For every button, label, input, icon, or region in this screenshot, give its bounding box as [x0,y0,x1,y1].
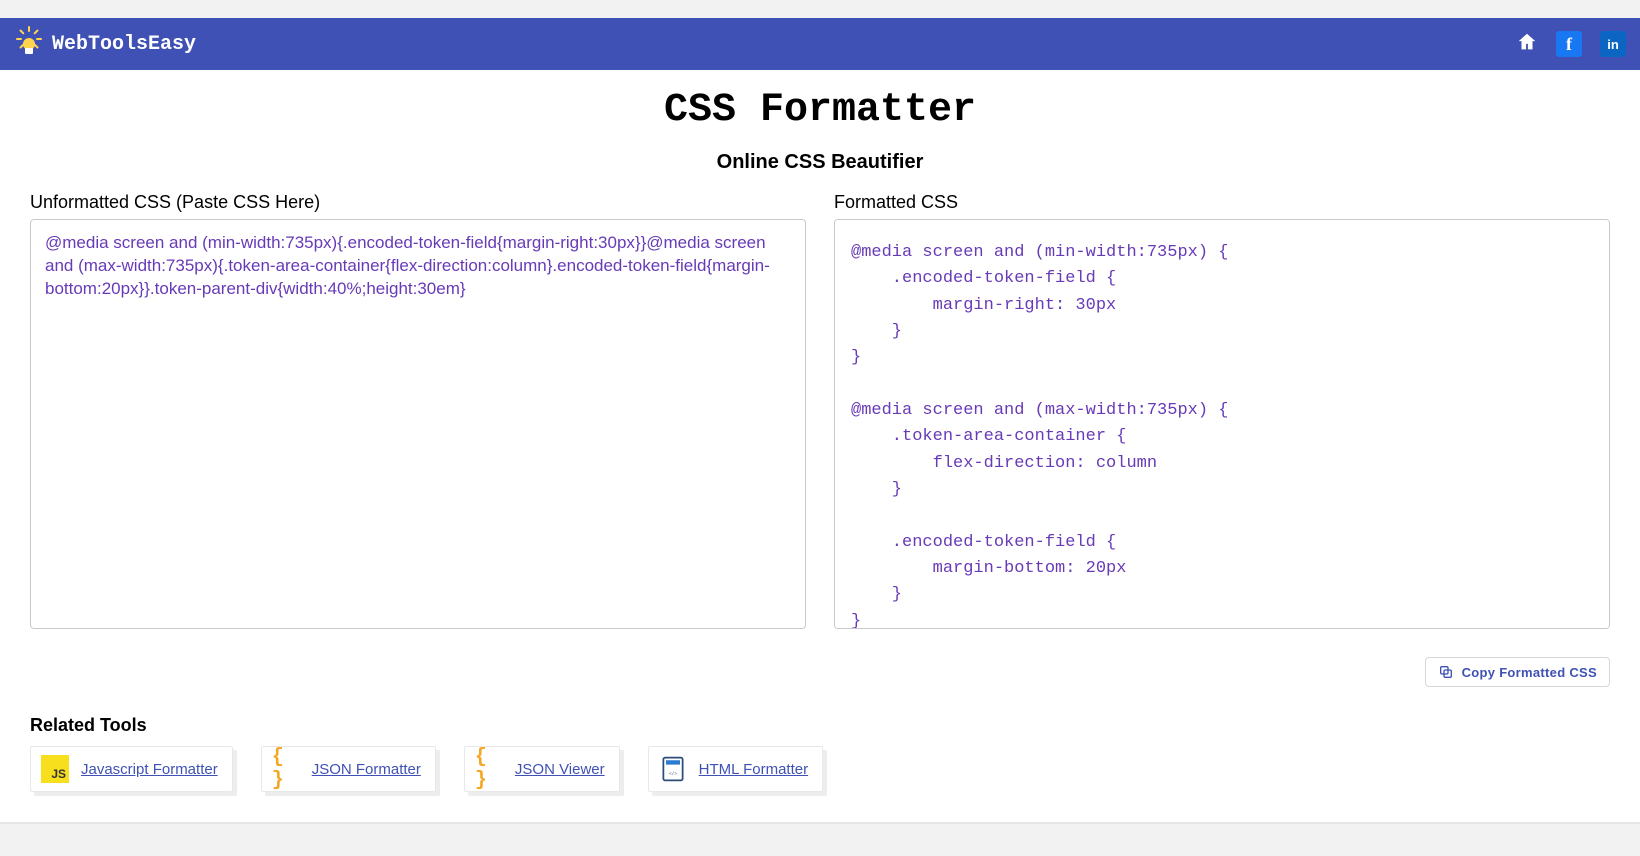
related-tool-card[interactable]: </> HTML Formatter [648,746,823,792]
related-tool-link[interactable]: JSON Formatter [312,761,421,778]
output-label: Formatted CSS [834,192,1610,213]
related-tool-card[interactable]: { } JSON Formatter [261,746,436,792]
facebook-icon[interactable]: f [1556,31,1582,57]
brand-link[interactable]: WebToolsEasy [16,31,196,57]
app-header: WebToolsEasy f in [0,18,1640,70]
page-subtitle: Online CSS Beautifier [30,151,1610,174]
brand-name: WebToolsEasy [52,33,196,56]
home-icon[interactable] [1516,31,1538,58]
related-tool-card[interactable]: { } JSON Viewer [464,746,620,792]
input-column: Unformatted CSS (Paste CSS Here) [30,192,806,629]
related-tool-link[interactable]: Javascript Formatter [81,761,218,778]
related-tools-row: JS Javascript Formatter { } JSON Formatt… [30,746,1610,802]
linkedin-icon[interactable]: in [1600,31,1626,57]
braces-icon: { } [272,755,300,783]
braces-icon: { } [475,755,503,783]
javascript-icon: JS [41,755,69,783]
related-tools-heading: Related Tools [30,715,1610,736]
svg-text:</>: </> [669,772,677,777]
output-column: Formatted CSS @media screen and (min-wid… [834,192,1610,629]
lightbulb-icon [16,31,42,57]
copy-button-label: Copy Formatted CSS [1462,665,1597,680]
copy-formatted-css-button[interactable]: Copy Formatted CSS [1425,657,1610,687]
unformatted-css-textarea[interactable] [30,219,806,629]
related-tool-link[interactable]: JSON Viewer [515,761,605,778]
related-tool-link[interactable]: HTML Formatter [699,761,808,778]
html-file-icon: </> [659,755,687,783]
related-tool-card[interactable]: JS Javascript Formatter [30,746,233,792]
main-content: CSS Formatter Online CSS Beautifier Unfo… [0,70,1640,822]
header-right: f in [1516,31,1626,58]
input-label: Unformatted CSS (Paste CSS Here) [30,192,806,213]
copy-icon [1438,664,1454,680]
page-title: CSS Formatter [30,88,1610,133]
formatted-css-output[interactable]: @media screen and (min-width:735px) { .e… [834,219,1610,629]
